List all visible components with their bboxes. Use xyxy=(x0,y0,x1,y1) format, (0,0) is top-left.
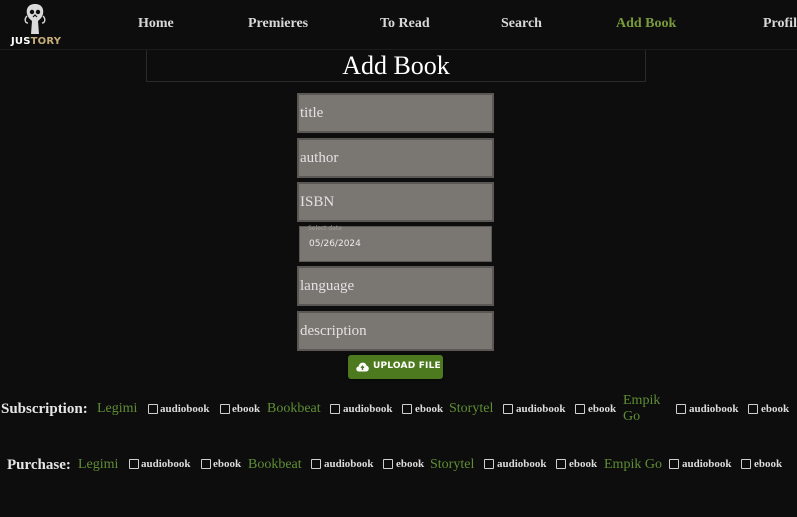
title-box: Add Book xyxy=(146,50,646,82)
logo-icon xyxy=(24,4,46,34)
subscription-storytel-ebook-label: ebook xyxy=(588,403,617,415)
purchase-bookbeat-audiobook-checkbox[interactable] xyxy=(311,459,321,469)
subscription-bookbeat-audiobook-checkbox[interactable] xyxy=(330,404,340,414)
purchase-bookbeat-ebook-checkbox[interactable] xyxy=(383,459,393,469)
purchase-empik-audiobook-checkbox[interactable] xyxy=(669,459,679,469)
upload-file-label: UPLOAD FILE xyxy=(373,361,441,371)
purchase-empik-ebook-label: ebook xyxy=(754,458,783,470)
subscription-provider-empik-line1: Empik xyxy=(623,393,661,408)
purchase-bookbeat-ebook-label: ebook xyxy=(396,458,425,470)
subscription-bookbeat-ebook-checkbox[interactable] xyxy=(402,404,412,414)
description-field[interactable] xyxy=(297,311,494,351)
subscription-provider-bookbeat: Bookbeat xyxy=(267,401,321,416)
author-field[interactable] xyxy=(297,138,494,178)
nav-profile[interactable]: Profile xyxy=(763,16,797,32)
title-field[interactable] xyxy=(297,93,494,133)
subscription-bookbeat-ebook-label: ebook xyxy=(415,403,444,415)
purchase-provider-bookbeat: Bookbeat xyxy=(248,457,302,472)
purchase-provider-storytel: Storytel xyxy=(430,457,475,472)
subscription-legimi-audiobook-checkbox[interactable] xyxy=(148,404,158,414)
purchase-legimi-ebook-checkbox[interactable] xyxy=(201,459,211,469)
cloud-upload-icon xyxy=(356,362,369,372)
date-value[interactable]: 05/26/2024 xyxy=(309,239,361,249)
nav-add-book[interactable]: Add Book xyxy=(616,16,676,32)
isbn-field[interactable] xyxy=(297,182,494,222)
nav-home[interactable]: Home xyxy=(138,16,174,32)
purchase-legimi-audiobook-label: audiobook xyxy=(141,458,191,470)
subscription-empik-audiobook-label: audiobook xyxy=(689,403,739,415)
subscription-label: Subscription: xyxy=(1,401,88,417)
date-picker[interactable]: Select date 05/26/2024 xyxy=(299,225,492,262)
purchase-storytel-audiobook-label: audiobook xyxy=(497,458,547,470)
subscription-provider-storytel: Storytel xyxy=(449,401,494,416)
page-title: Add Book xyxy=(342,51,450,80)
purchase-storytel-ebook-checkbox[interactable] xyxy=(556,459,566,469)
subscription-legimi-ebook-checkbox[interactable] xyxy=(220,404,230,414)
subscription-empik-ebook-label: ebook xyxy=(761,403,790,415)
purchase-storytel-ebook-label: ebook xyxy=(569,458,598,470)
top-navbar: JUSTORY Home Premieres To Read Search Ad… xyxy=(0,0,797,50)
app-logo[interactable]: JUSTORY xyxy=(10,3,62,47)
purchase-empik-audiobook-label: audiobook xyxy=(682,458,732,470)
purchase-label: Purchase: xyxy=(7,457,71,473)
nav-search[interactable]: Search xyxy=(501,16,542,32)
purchase-bookbeat-audiobook-label: audiobook xyxy=(324,458,374,470)
purchase-storytel-audiobook-checkbox[interactable] xyxy=(484,459,494,469)
subscription-legimi-audiobook-label: audiobook xyxy=(160,403,210,415)
purchase-legimi-ebook-label: ebook xyxy=(213,458,242,470)
logo-text: JUSTORY xyxy=(11,36,62,47)
subscription-empik-audiobook-checkbox[interactable] xyxy=(676,404,686,414)
purchase-legimi-audiobook-checkbox[interactable] xyxy=(129,459,139,469)
subscription-storytel-audiobook-label: audiobook xyxy=(516,403,566,415)
upload-file-button[interactable]: UPLOAD FILE xyxy=(348,355,443,379)
language-field[interactable] xyxy=(297,266,494,306)
purchase-provider-legimi: Legimi xyxy=(78,457,119,472)
subscription-storytel-audiobook-checkbox[interactable] xyxy=(503,404,513,414)
purchase-empik-ebook-checkbox[interactable] xyxy=(741,459,751,469)
subscription-provider-empik-line2: Go xyxy=(623,409,641,424)
nav-to-read[interactable]: To Read xyxy=(380,16,430,32)
subscription-legimi-ebook-label: ebook xyxy=(232,403,261,415)
subscription-provider-legimi: Legimi xyxy=(97,401,138,416)
date-label: Select date xyxy=(308,225,342,232)
nav-premieres[interactable]: Premieres xyxy=(248,16,308,32)
subscription-storytel-ebook-checkbox[interactable] xyxy=(575,404,585,414)
purchase-provider-empik-go: Empik Go xyxy=(604,457,662,472)
subscription-empik-ebook-checkbox[interactable] xyxy=(748,404,758,414)
subscription-bookbeat-audiobook-label: audiobook xyxy=(343,403,393,415)
